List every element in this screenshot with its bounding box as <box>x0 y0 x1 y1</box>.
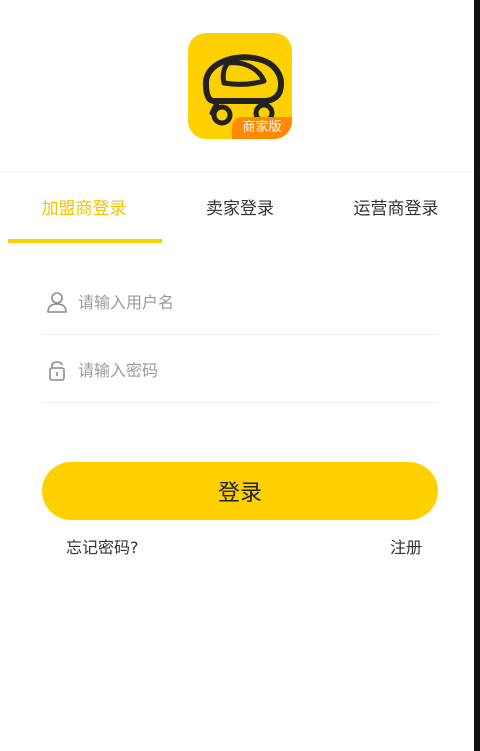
tab-seller-login[interactable]: 卖家登录 <box>156 172 324 244</box>
login-button[interactable]: 登录 <box>42 462 438 520</box>
user-icon <box>47 292 67 313</box>
username-input[interactable] <box>76 282 430 322</box>
logo-badge: 商家版 <box>232 117 292 139</box>
app-logo: 商家版 <box>188 33 292 139</box>
register-link[interactable]: 注册 <box>390 534 422 558</box>
forgot-password-link[interactable]: 忘记密码? <box>66 534 139 558</box>
screen-edge <box>474 0 480 751</box>
login-type-tabs: 加盟商登录 卖家登录 运营商登录 <box>0 172 480 244</box>
tab-franchise-login[interactable]: 加盟商登录 <box>0 172 168 244</box>
password-field <box>42 336 438 403</box>
username-field <box>42 268 438 335</box>
active-tab-indicator <box>8 239 162 243</box>
tab-operator-login[interactable]: 运营商登录 <box>312 172 480 244</box>
lock-icon <box>49 361 65 381</box>
password-input[interactable] <box>76 350 430 390</box>
